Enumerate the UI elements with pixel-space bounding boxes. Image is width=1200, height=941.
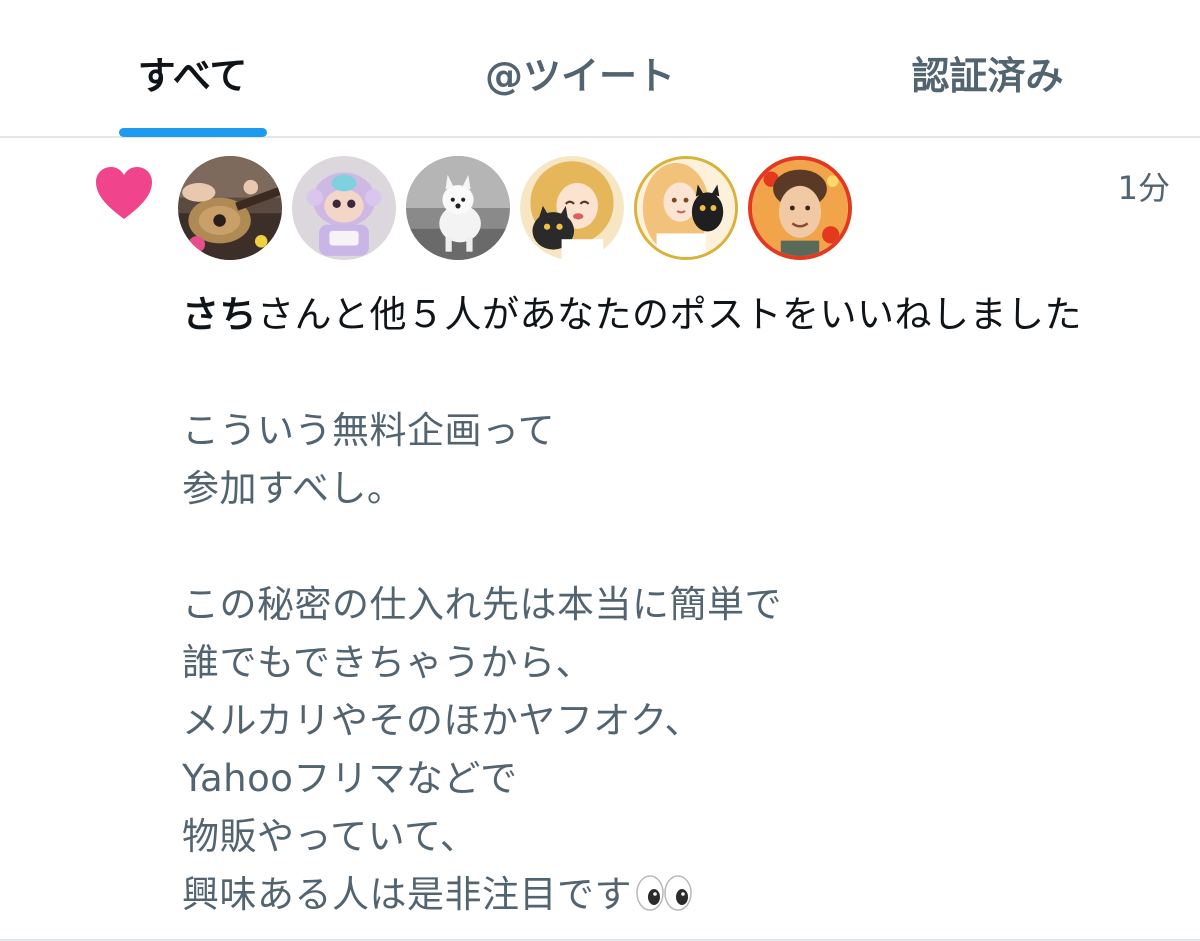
tab-all[interactable]: すべて [70,0,315,136]
liked-tweet-content: こういう無料企画って 参加すべし。 この秘密の仕入れ先は本当に簡単で 誰でもでき… [182,409,782,916]
eyes-emoji-icon [636,875,692,911]
avatar-guitar-photo[interactable] [178,156,282,260]
like-notification[interactable]: 1分 さちさんと他５人があなたのポストをいいねしました こういう無料企画って 参… [0,138,1200,941]
tab-mentions-label: @ツイート [484,54,675,98]
tab-mentions[interactable]: @ツイート [440,0,720,136]
avatar-illustrated-man[interactable] [748,156,852,260]
tab-verified-label: 認証済み [911,54,1064,98]
liker-name[interactable]: さち [182,293,257,336]
notification-tabs: すべて @ツイート 認証済み [0,0,1200,138]
tab-all-label: すべて [137,54,248,98]
heart-icon [96,167,152,219]
avatar-anime-girl-with-cat[interactable] [520,156,624,260]
tab-verified[interactable]: 認証済み [870,0,1105,136]
like-summary-text: さんと他５人があなたのポストをいいねしました [257,293,1082,336]
liked-tweet-text: こういう無料企画って 参加すべし。 この秘密の仕入れ先は本当に簡単で 誰でもでき… [182,402,1152,924]
avatar-blonde-girl-with-black-cat[interactable] [634,156,738,260]
active-tab-indicator [119,128,267,137]
avatar-white-dog[interactable] [406,156,510,260]
notification-timestamp: 1分 [1117,169,1170,207]
like-summary: さちさんと他５人があなたのポストをいいねしました [182,286,1152,344]
avatar-plush-doll[interactable] [292,156,396,260]
